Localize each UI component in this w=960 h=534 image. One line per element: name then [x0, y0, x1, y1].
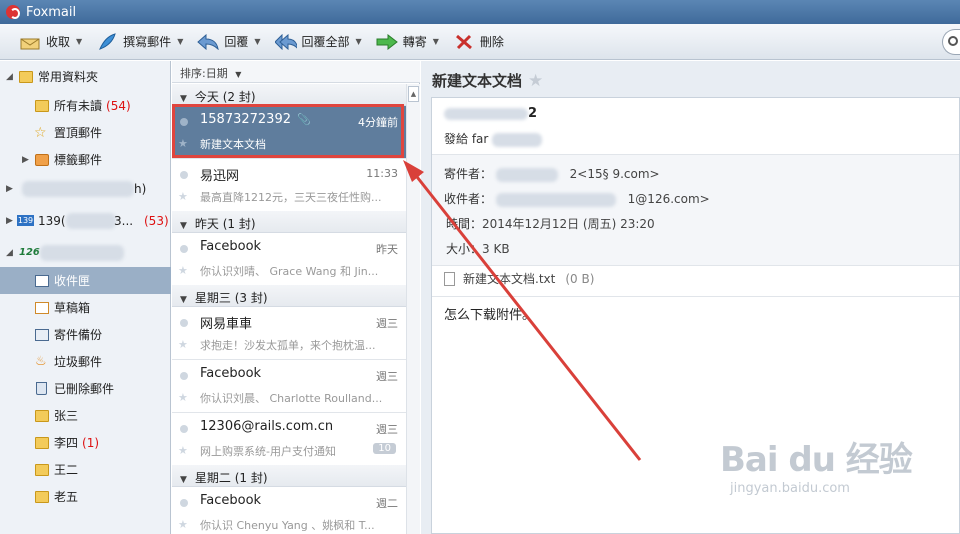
baidu-watermark: Bai du 经验 jingyan.baidu.com — [720, 432, 913, 496]
watermark-url: jingyan.baidu.com — [730, 481, 850, 496]
baidu-logo: Bai du 经验 — [720, 440, 913, 480]
